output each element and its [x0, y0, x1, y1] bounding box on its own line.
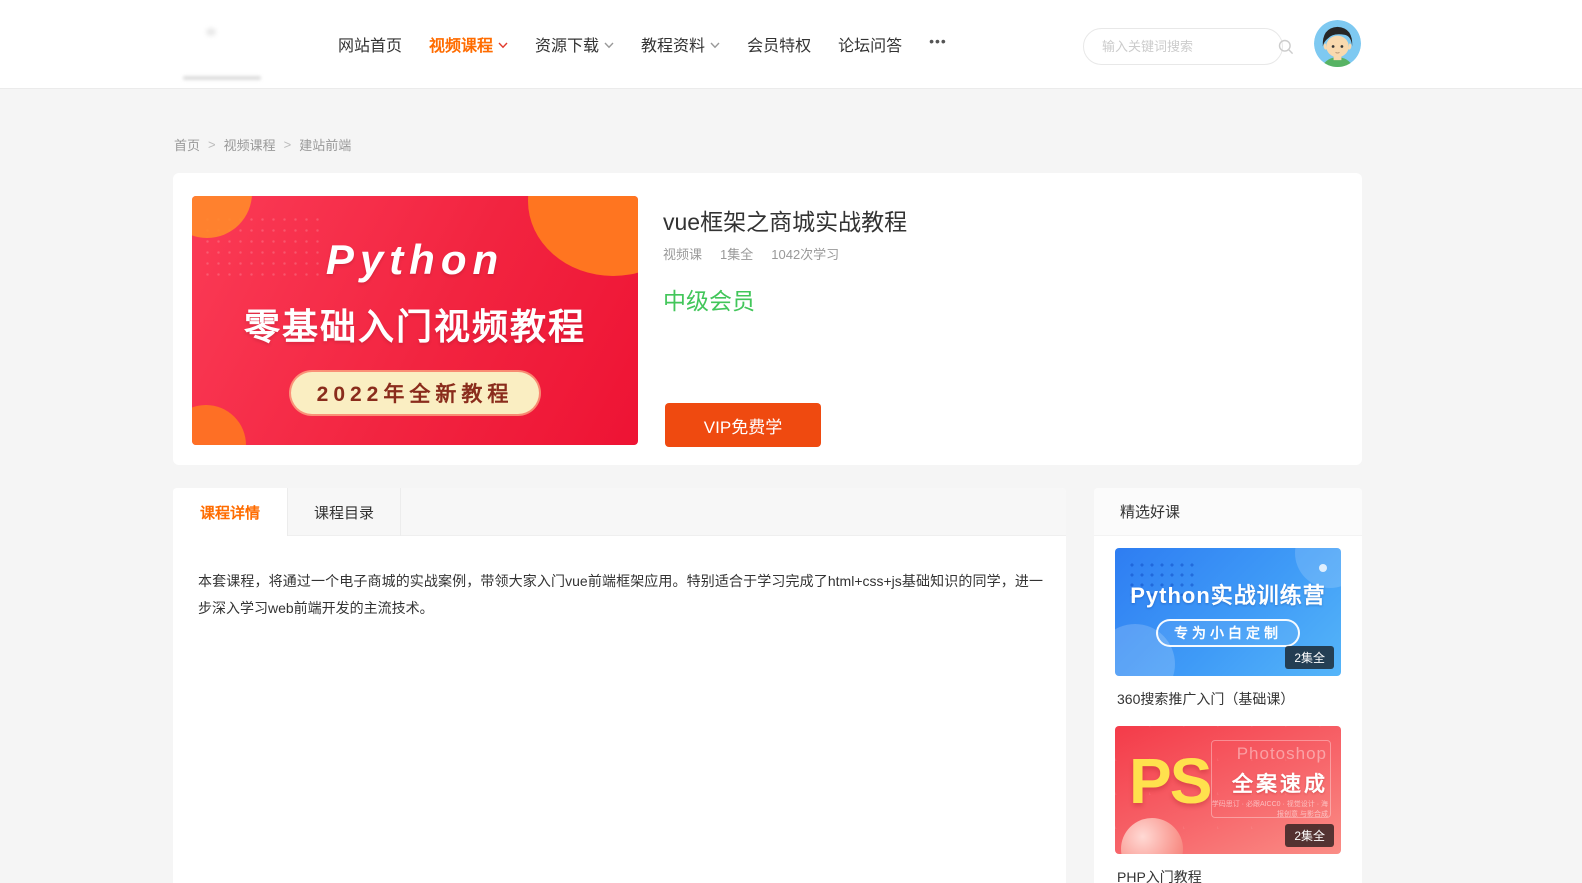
detail-body: 本套课程，将通过一个电子商城的实战案例，带领大家入门vue前端框架应用。特别适合… [173, 536, 1066, 654]
featured-course-label[interactable]: PHP入门教程 [1117, 867, 1339, 883]
featured-course-label[interactable]: 360搜索推广入门（基础课） [1117, 689, 1339, 709]
breadcrumb-separator: > [284, 137, 292, 152]
course-title: vue框架之商城实战教程 [663, 203, 907, 237]
nav-label: 会员特权 [747, 32, 811, 56]
detail-tabbar: 课程详情 课程目录 [173, 488, 1066, 536]
featured-courses-list: Python实战训练营 专为小白定制 2集全 360搜索推广入门（基础课） PS… [1094, 536, 1362, 883]
course-hero-card: Python 零基础入门视频教程 2022年全新教程 vue框架之商城实战教程 … [173, 173, 1362, 465]
cover-subtitle-pill: 专为小白定制 [1156, 619, 1300, 647]
search-box [1083, 28, 1283, 65]
course-thumbnail[interactable]: Python 零基础入门视频教程 2022年全新教程 [192, 196, 638, 445]
episode-count-badge: 2集全 [1285, 824, 1334, 847]
nav-label: 教程资料 [641, 32, 705, 56]
breadcrumb-separator: > [208, 137, 216, 152]
cover-ps-logo: PS [1129, 744, 1210, 818]
thumbnail-text-group: Python 零基础入门视频教程 2022年全新教程 [192, 196, 638, 445]
course-episodes: 1集全 [720, 244, 753, 263]
main-nav: 网站首页 视频课程 资源下载 教程资料 会员特权 [338, 0, 947, 88]
episode-count-badge: 2集全 [1285, 646, 1334, 669]
nav-item-membership[interactable]: 会员特权 [747, 32, 811, 56]
cover-title: 全案速成 [1232, 768, 1328, 798]
site-logo[interactable] [178, 18, 308, 78]
more-icon: ••• [929, 33, 947, 49]
search-input[interactable] [1102, 39, 1278, 54]
featured-courses-title: 精选好课 [1094, 488, 1362, 536]
nav-item-home[interactable]: 网站首页 [338, 32, 402, 56]
nav-item-forum[interactable]: 论坛问答 [838, 32, 902, 56]
logo-tagline [183, 76, 261, 80]
tab-course-catalog[interactable]: 课程目录 [287, 488, 401, 536]
breadcrumb: 首页 > 视频课程 > 建站前端 [174, 135, 351, 154]
nav-item-downloads[interactable]: 资源下载 [535, 32, 614, 56]
breadcrumb-video-courses[interactable]: 视频课程 [224, 135, 276, 154]
course-type: 视频课 [663, 244, 702, 263]
course-views: 1042次学习 [771, 244, 839, 263]
logo-mark [206, 28, 216, 36]
course-info: vue框架之商城实战教程 视频课 1集全 1042次学习 中级会员 VIP免费学 [663, 173, 1343, 465]
nav-more-menu[interactable]: ••• [929, 33, 947, 49]
course-description: 本套课程，将通过一个电子商城的实战案例，带领大家入门vue前端框架应用。特别适合… [198, 568, 1043, 622]
cover-photoshop-watermark: Photoshop [1237, 744, 1327, 764]
breadcrumb-current: 建站前端 [299, 135, 351, 154]
user-avatar[interactable] [1314, 20, 1361, 67]
featured-course-cover-ps[interactable]: PS Photoshop 全案速成 学码思订 · 必跟AICC0 · 视觉设计 … [1115, 726, 1341, 854]
featured-course-cover-python[interactable]: Python实战训练营 专为小白定制 2集全 [1115, 548, 1341, 676]
thumbnail-year-badge: 2022年全新教程 [291, 372, 540, 414]
chevron-down-icon [498, 42, 508, 49]
nav-label: 视频课程 [429, 32, 493, 56]
chevron-down-icon [604, 42, 614, 49]
course-detail-card: 课程详情 课程目录 本套课程，将通过一个电子商城的实战案例，带领大家入门vue前… [173, 488, 1066, 883]
cover-fine-print: 学码思订 · 必跟AICC0 · 视觉设计 · 海报创意 与影合成 [1210, 800, 1328, 820]
cover-title: Python实战训练营 [1130, 578, 1326, 610]
thumbnail-title-en: Python [326, 236, 504, 284]
nav-label: 资源下载 [535, 32, 599, 56]
member-level-badge: 中级会员 [663, 282, 755, 316]
breadcrumb-home[interactable]: 首页 [174, 135, 200, 154]
chevron-down-icon [710, 42, 720, 49]
search-icon[interactable] [1278, 39, 1294, 55]
nav-label: 论坛问答 [838, 32, 902, 56]
tab-course-detail[interactable]: 课程详情 [173, 488, 287, 537]
featured-courses-panel: 精选好课 Python实战训练营 专为小白定制 2集全 360搜索推广入门（基础… [1094, 488, 1362, 883]
course-meta: 视频课 1集全 1042次学习 [663, 244, 839, 263]
nav-item-video-courses[interactable]: 视频课程 [429, 32, 508, 56]
nav-label: 网站首页 [338, 32, 402, 56]
thumbnail-title-cn: 零基础入门视频教程 [244, 298, 586, 350]
vip-learn-button[interactable]: VIP免费学 [665, 403, 821, 447]
top-navbar: 网站首页 视频课程 资源下载 教程资料 会员特权 [0, 0, 1582, 88]
page: 网站首页 视频课程 资源下载 教程资料 会员特权 [0, 0, 1582, 883]
nav-item-tutorials[interactable]: 教程资料 [641, 32, 720, 56]
